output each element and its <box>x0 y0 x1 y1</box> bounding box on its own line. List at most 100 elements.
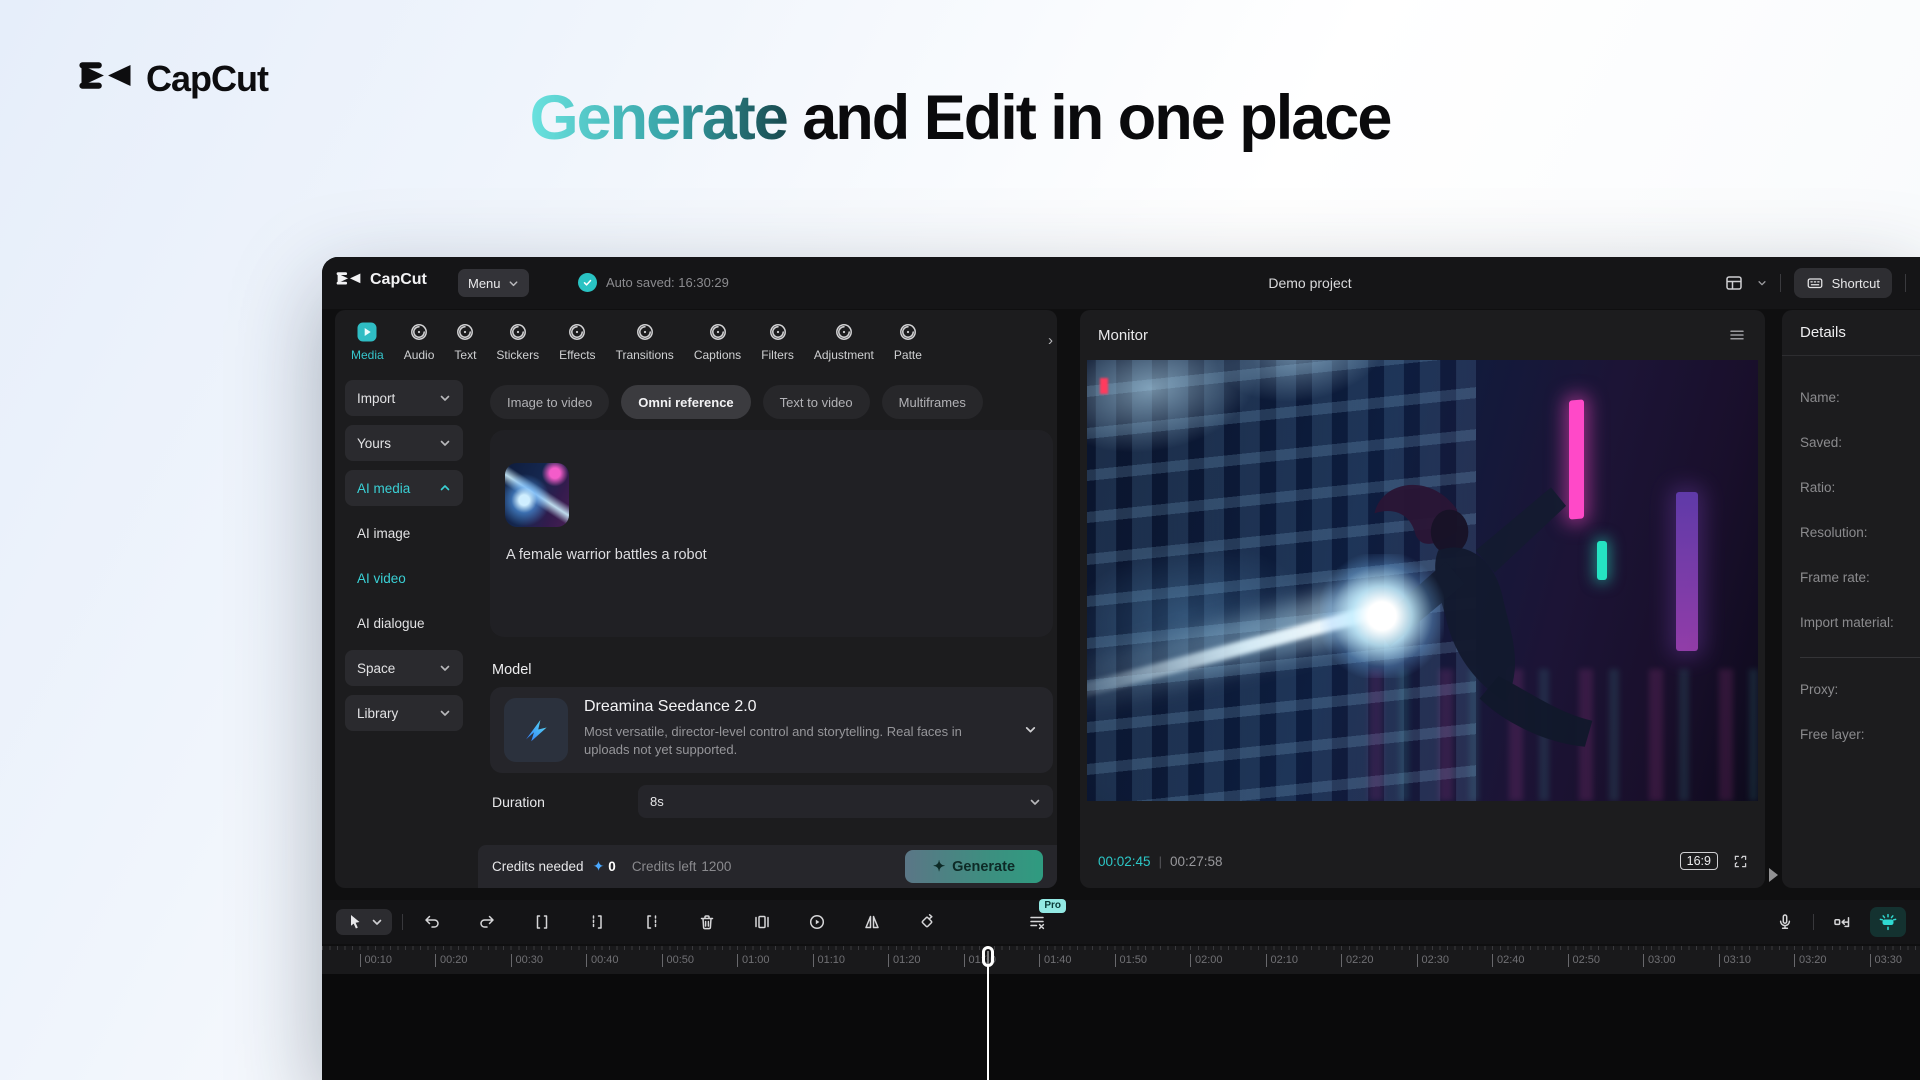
generate-button[interactable]: ✦ Generate <box>905 850 1043 883</box>
detail-label-proxy-: Proxy: <box>1800 682 1920 727</box>
detail-label-ratio-: Ratio: <box>1800 480 1920 525</box>
chevron-down-icon <box>1029 796 1041 808</box>
page: CapCut Generate and Edit in one place Ca… <box>0 0 1920 1080</box>
credit-diamond-icon: ✦ <box>593 858 605 875</box>
sidebar-item-library[interactable]: Library <box>345 695 463 731</box>
app-logo: CapCut <box>336 270 427 290</box>
tab-audio[interactable]: Audio <box>394 319 445 368</box>
credits-needed-value: 0 <box>608 859 616 874</box>
playhead[interactable] <box>982 946 994 1080</box>
aspect-ratio-badge[interactable]: 16:9 <box>1680 852 1718 870</box>
text-icon <box>454 321 476 343</box>
smart-edit-pro-button[interactable]: Pro <box>1024 909 1050 935</box>
headline-rest: and Edit in one place <box>787 83 1391 153</box>
monitor-video-preview <box>1087 360 1758 801</box>
shortcut-button[interactable]: Shortcut <box>1794 268 1892 298</box>
timeline-tick-01-50: 01:50 <box>1115 954 1148 967</box>
mode-tab-multiframes[interactable]: Multiframes <box>882 385 983 419</box>
scene-warrior-figure <box>1288 417 1664 787</box>
rotate-button[interactable] <box>914 909 940 935</box>
model-selector[interactable]: Dreamina Seedance 2.0 Most versatile, di… <box>490 687 1053 773</box>
panel-expand-arrow-icon[interactable] <box>1769 868 1778 882</box>
monitor-controls: 00:02:45 | 00:27:58 16:9 <box>1098 848 1749 874</box>
sidebar-item-ai-dialogue[interactable]: AI dialogue <box>345 605 463 641</box>
sidebar-item-space[interactable]: Space <box>345 650 463 686</box>
playhead-handle[interactable] <box>982 946 994 967</box>
prompt-reference-thumbnail[interactable] <box>505 463 569 527</box>
timeline-tick-03-20: 03:20 <box>1794 954 1827 967</box>
generator-column: Image to video Omni reference Text to vide… <box>480 310 1053 888</box>
divider <box>402 914 403 930</box>
titlebar-actions: Shortcut <box>1724 257 1906 309</box>
monitor-header: Monitor <box>1080 310 1765 360</box>
mode-tab-text-to-video[interactable]: Text to video <box>763 385 870 419</box>
timeline-tick-02-10: 02:10 <box>1266 954 1299 967</box>
mode-tab-omni-reference[interactable]: Omni reference <box>621 385 750 419</box>
timeline-tick-02-50: 02:50 <box>1568 954 1601 967</box>
current-time: 00:02:45 <box>1098 854 1151 869</box>
timeline-body[interactable] <box>322 974 1920 1080</box>
auto-link-button[interactable] <box>1829 909 1855 935</box>
fullscreen-icon[interactable] <box>1732 853 1749 870</box>
credits-left-label: Credits left <box>632 859 697 874</box>
scene-neon-sign <box>1597 541 1607 581</box>
freeze-frame-button[interactable] <box>749 909 775 935</box>
mirror-flip-button[interactable] <box>859 909 885 935</box>
menu-button[interactable]: Menu <box>458 269 529 297</box>
layout-icon[interactable] <box>1724 273 1744 293</box>
project-title: Demo project <box>1268 275 1351 291</box>
keyboard-icon <box>1806 274 1824 292</box>
mode-tab-image-to-video[interactable]: Image to video <box>490 385 609 419</box>
split-button[interactable] <box>529 909 555 935</box>
model-name: Dreamina Seedance 2.0 <box>584 698 757 716</box>
model-section-label: Model <box>492 662 532 678</box>
redo-button[interactable] <box>474 909 500 935</box>
chevron-down-icon <box>508 278 519 289</box>
pro-badge: Pro <box>1039 899 1066 913</box>
sidebar-item-ai-video[interactable]: AI video <box>345 560 463 596</box>
speed-button[interactable] <box>804 909 830 935</box>
timeline-tick-03-30: 03:30 <box>1870 954 1903 967</box>
scene-red-light <box>1100 378 1108 394</box>
time-separator: | <box>1159 854 1162 869</box>
crop-button[interactable] <box>969 909 995 935</box>
timeline-tick-02-00: 02:00 <box>1190 954 1223 967</box>
timeline-tick-01-20: 01:20 <box>888 954 921 967</box>
dreamina-model-icon <box>504 698 568 762</box>
delete-button[interactable] <box>694 909 720 935</box>
model-description: Most versatile, director-level control a… <box>584 723 984 758</box>
timeline-tick-00-20: 00:20 <box>435 954 468 967</box>
sidebar-item-ai-image[interactable]: AI image <box>345 515 463 551</box>
timeline-tick-00-40: 00:40 <box>586 954 619 967</box>
timeline-tick-02-20: 02:20 <box>1341 954 1374 967</box>
cursor-icon <box>345 912 365 932</box>
microphone-button[interactable] <box>1772 909 1798 935</box>
sidebar-item-ai-media[interactable]: AI media <box>345 470 463 506</box>
details-title: Details <box>1782 310 1920 356</box>
capcut-logo-icon <box>336 270 362 290</box>
sidebar-item-import[interactable]: Import <box>345 380 463 416</box>
menu-hamburger-icon[interactable] <box>1727 325 1747 345</box>
sidebar-item-yours[interactable]: Yours <box>345 425 463 461</box>
scene-vertical-sign <box>1087 360 1109 567</box>
chevron-down-icon[interactable] <box>1757 278 1767 288</box>
split-right-button[interactable] <box>639 909 665 935</box>
scene-street-lights <box>1369 669 1758 801</box>
divider <box>1905 274 1906 292</box>
duration-select[interactable]: 8s <box>638 785 1053 818</box>
timeline-ruler[interactable]: 00:0000:1000:2000:3000:4000:5001:0001:10… <box>322 946 1920 974</box>
credits-bar: Credits needed ✦ 0 Credits left 1200 ✦ G… <box>478 845 1057 888</box>
tab-media[interactable]: Media <box>341 319 394 368</box>
details-fields-secondary: Proxy:Free layer: <box>1800 682 1920 772</box>
undo-button[interactable] <box>419 909 445 935</box>
details-fields: Name:Saved:Ratio:Resolution:Frame rate:I… <box>1800 390 1920 660</box>
select-tool-button[interactable] <box>336 909 392 935</box>
split-left-button[interactable] <box>584 909 610 935</box>
chevron-up-icon <box>439 482 451 494</box>
credits-needed-label: Credits needed <box>492 859 584 874</box>
prompt-card[interactable]: A female warrior battles a robot <box>490 430 1053 637</box>
timeline-tick-01-40: 01:40 <box>1039 954 1072 967</box>
scene-buildings <box>1087 360 1476 801</box>
timeline-magnet-button[interactable] <box>1870 907 1906 937</box>
titlebar: CapCut Menu Auto saved: 16:30:29 Demo pr… <box>322 257 1920 309</box>
